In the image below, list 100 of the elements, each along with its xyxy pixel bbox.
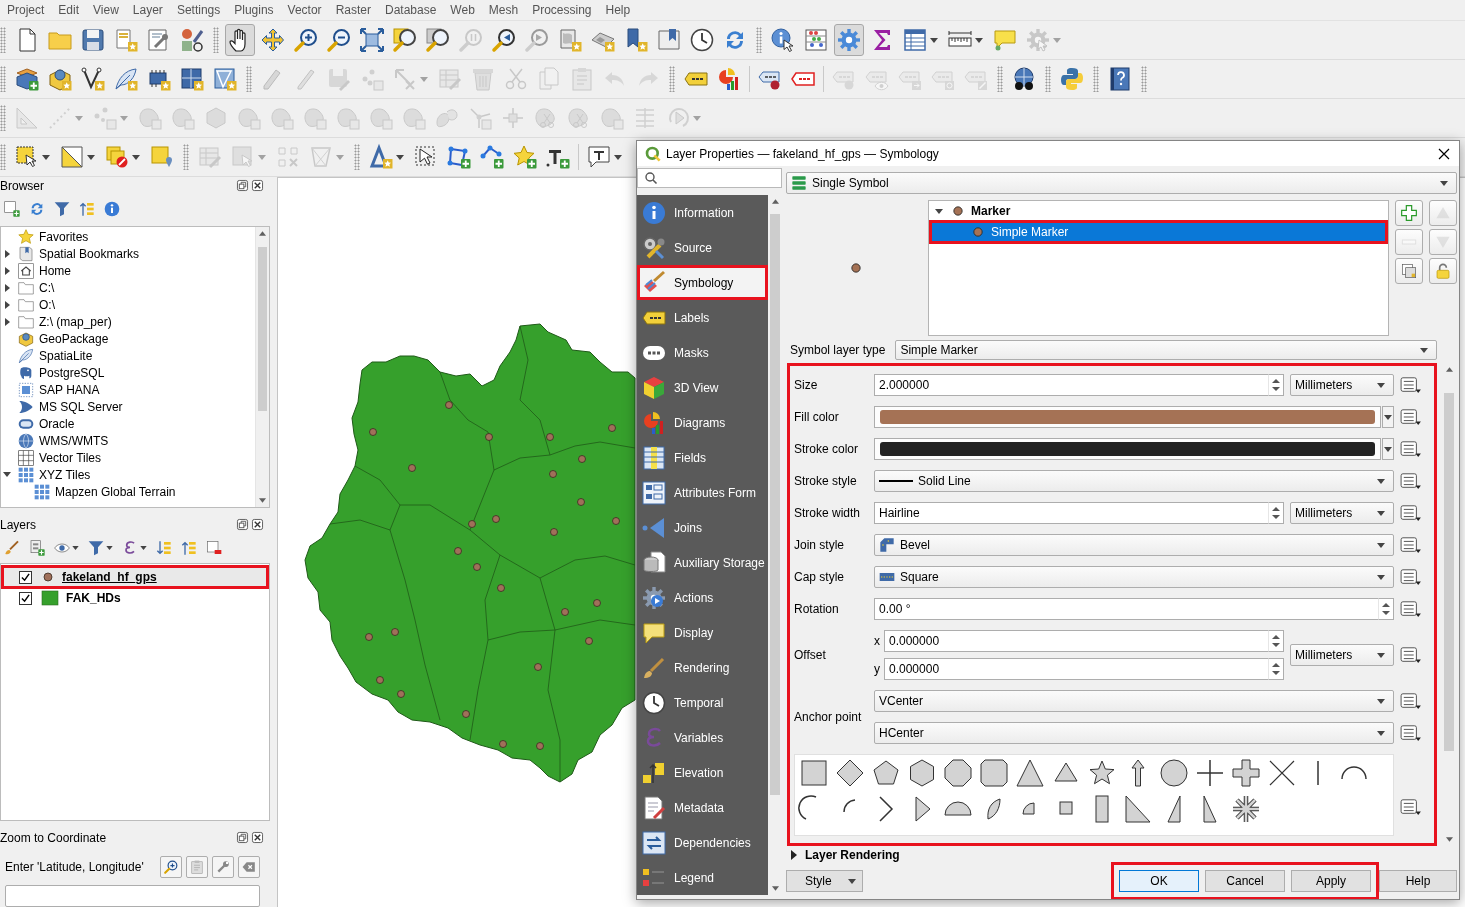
style-dropdown[interactable]: Square: [874, 566, 1394, 588]
menu-item[interactable]: View: [86, 0, 126, 20]
list-caret-icon[interactable]: [1400, 692, 1422, 710]
sidebar-item[interactable]: Temporal: [637, 685, 768, 720]
sidebar-item[interactable]: Variables: [637, 720, 768, 755]
right-triangle-shape-icon[interactable]: [1124, 795, 1152, 823]
tree-item[interactable]: Favorites: [1, 228, 255, 245]
pentagon-shape-icon[interactable]: [872, 759, 900, 787]
tree-item[interactable]: Z:\ (map_per): [1, 313, 255, 330]
tree-item[interactable]: FAK_HDs: [1, 589, 269, 607]
sidebar-item[interactable]: Diagrams: [637, 405, 768, 440]
triangle-shape-icon[interactable]: [1016, 759, 1044, 787]
list-caret-icon[interactable]: [1400, 440, 1422, 458]
squares-prohibited-icon[interactable]: [105, 145, 129, 169]
tree-item[interactable]: WMS/WMTS: [1, 432, 255, 449]
spin-button[interactable]: [1268, 374, 1284, 396]
stroke-style-dropdown[interactable]: Solid Line: [874, 470, 1394, 492]
scroll-down-icon[interactable]: [1445, 837, 1453, 842]
list-caret-icon[interactable]: [1400, 408, 1422, 426]
menu-item[interactable]: Vector: [280, 0, 329, 20]
caret-right-icon[interactable]: [4, 249, 10, 258]
menu-item[interactable]: Layer: [125, 0, 170, 20]
circle-shape-icon[interactable]: [1160, 759, 1188, 787]
tree-item[interactable]: PostgreSQL: [1, 364, 255, 381]
overlap-squares-icon[interactable]: [237, 180, 248, 191]
sidebar-item[interactable]: Dependencies: [637, 825, 768, 860]
menu-item[interactable]: Raster: [328, 0, 378, 20]
style-dropdown[interactable]: Bevel: [874, 534, 1394, 556]
list-caret-icon[interactable]: [1400, 536, 1422, 554]
dialog-button[interactable]: Help: [1379, 870, 1457, 892]
close-icon[interactable]: [252, 180, 263, 191]
close-icon[interactable]: [252, 832, 263, 843]
caret-down-icon[interactable]: [935, 208, 943, 214]
list-caret-icon[interactable]: [1400, 724, 1422, 742]
square-shape-icon[interactable]: [800, 759, 828, 787]
scroll-down-icon[interactable]: [771, 886, 779, 891]
scrollbar-thumb[interactable]: [258, 246, 267, 411]
dialog-button[interactable]: Apply: [1291, 870, 1371, 892]
spin-button[interactable]: [1268, 630, 1284, 652]
scroll-up-icon[interactable]: [259, 231, 266, 236]
spin-button[interactable]: [1268, 502, 1284, 524]
sidebar-item[interactable]: Source: [637, 230, 768, 265]
menu-item[interactable]: Processing: [525, 0, 599, 20]
list-caret-icon[interactable]: [1400, 568, 1422, 586]
color-button[interactable]: [874, 406, 1381, 428]
cross-shape-icon[interactable]: [1196, 759, 1224, 787]
sidebar-item[interactable]: Display: [637, 615, 768, 650]
spin-button[interactable]: [1378, 598, 1394, 620]
caret-right-icon[interactable]: [4, 317, 10, 326]
caret-right-icon[interactable]: [4, 266, 10, 275]
sidebar-item[interactable]: Elevation: [637, 755, 768, 790]
dialog-button[interactable]: Cancel: [1205, 870, 1285, 892]
menu-item[interactable]: Mesh: [481, 0, 526, 20]
spin-button[interactable]: [1268, 658, 1284, 680]
tree-item[interactable]: GeoPackage: [1, 330, 255, 347]
tree-item[interactable]: fakeland_hf_gps: [1, 565, 269, 589]
tree-item[interactable]: MS SQL Server: [1, 398, 255, 415]
dashed-square-cursor-icon[interactable]: [15, 145, 39, 169]
sidebar-item[interactable]: Fields: [637, 440, 768, 475]
spin-box[interactable]: 0.000000: [884, 658, 1268, 680]
unit-dropdown[interactable]: Millimeters: [1290, 644, 1394, 666]
sidebar-item[interactable]: Information: [637, 195, 768, 230]
tree-item[interactable]: XYZ Tiles: [1, 466, 255, 483]
renderer-dropdown[interactable]: Single Symbol: [786, 172, 1457, 194]
spin-box[interactable]: Hairline: [874, 502, 1268, 524]
scroll-up-icon[interactable]: [1445, 367, 1453, 372]
table-icon[interactable]: [903, 28, 927, 52]
search-field[interactable]: [637, 168, 782, 188]
tree-item[interactable]: Mapzen Global Terrain: [1, 483, 255, 500]
checkbox[interactable]: [19, 570, 32, 584]
unit-dropdown[interactable]: Millimeters: [1290, 374, 1394, 396]
anchor-dropdown[interactable]: VCenter: [874, 690, 1394, 712]
section-toggle[interactable]: Layer Rendering: [786, 847, 900, 862]
tree-item[interactable]: Oracle: [1, 415, 255, 432]
list-caret-icon[interactable]: [1400, 376, 1422, 394]
cut-corner-square-shape-icon[interactable]: [980, 759, 1008, 787]
star-shape-icon[interactable]: [1088, 759, 1116, 787]
sidebar-item[interactable]: 3D View: [637, 370, 768, 405]
tree-item[interactable]: Spatial Bookmarks: [1, 245, 255, 262]
menu-item[interactable]: Edit: [51, 0, 87, 20]
scroll-down-icon[interactable]: [259, 498, 266, 503]
color-button[interactable]: [874, 438, 1381, 460]
list-caret-icon[interactable]: [1400, 472, 1422, 490]
sidebar-item[interactable]: Actions: [637, 580, 768, 615]
sidebar-item[interactable]: Metadata: [637, 790, 768, 825]
list-caret-icon[interactable]: [1400, 600, 1422, 618]
scroll-up-icon[interactable]: [771, 199, 779, 204]
sidebar-item[interactable]: Labels: [637, 300, 768, 335]
menu-item[interactable]: Project: [0, 0, 52, 20]
hexagon-shape-icon[interactable]: [908, 759, 936, 787]
spin-box[interactable]: 0.00 °: [874, 598, 1378, 620]
tree-item[interactable]: C:\: [1, 279, 255, 296]
overlap-squares-icon[interactable]: [237, 519, 248, 530]
text-bubble-icon[interactable]: [587, 145, 611, 169]
caret-down-icon[interactable]: [3, 472, 11, 477]
list-caret-icon[interactable]: [1400, 646, 1422, 664]
list-caret-icon[interactable]: [1400, 798, 1422, 816]
tool-button[interactable]: [160, 856, 182, 878]
color-menu-button[interactable]: [1382, 406, 1394, 428]
x-shape-icon[interactable]: [1268, 759, 1296, 787]
